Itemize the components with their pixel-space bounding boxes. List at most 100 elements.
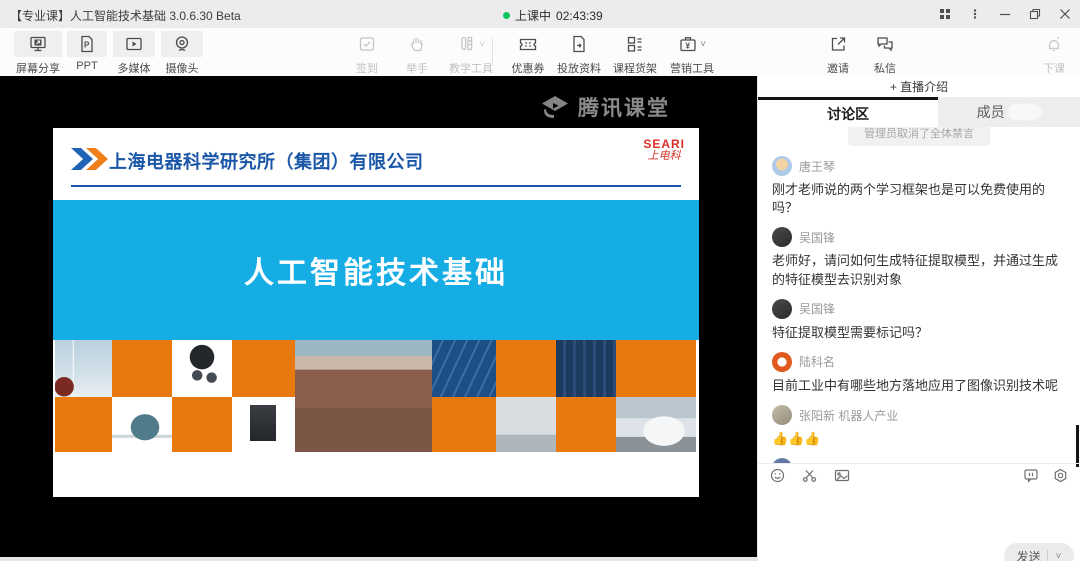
media-play-icon bbox=[124, 34, 144, 54]
end-class-bell-icon bbox=[1044, 34, 1064, 54]
member-count-blur bbox=[1008, 104, 1042, 120]
shelf-icon bbox=[625, 34, 645, 54]
collage-orange-tile bbox=[496, 340, 556, 397]
toolbar-button-screen-share[interactable]: 屏幕分享 bbox=[12, 31, 64, 76]
double-chevron-icon bbox=[71, 148, 108, 170]
title-bar: 【专业课】人工智能技术基础 3.0.6.30 Beta 上课中 02:43:39 bbox=[0, 0, 1080, 28]
svg-text:¥: ¥ bbox=[686, 42, 691, 51]
collage-orange-tile bbox=[432, 397, 496, 452]
caret-down-icon: ˅ bbox=[1056, 551, 1062, 561]
slide-title: 人工智能技术基础 bbox=[244, 248, 508, 292]
chat-scrollbar-thumb[interactable] bbox=[1076, 425, 1079, 467]
collage-orange-tile bbox=[232, 340, 295, 397]
toolbar-button-ppt[interactable]: P PPT bbox=[66, 31, 108, 72]
message-text: 目前工业中有哪些地方落地应用了图像识别技术呢 bbox=[772, 377, 1066, 395]
slide-header: 上海电器科学研究所（集团）有限公司 SEARI 上电科 bbox=[53, 128, 699, 200]
smiley-icon bbox=[770, 468, 785, 483]
kebab-icon bbox=[969, 8, 981, 20]
live-intro-button[interactable]: + 直播介绍 bbox=[758, 76, 1080, 97]
chat-message: 张阳新 机器人产业 👍👍👍 bbox=[772, 405, 1066, 448]
chat-message: 唐王琴 刚才老师说的两个学习框架也是可以免费使用的吗？ bbox=[772, 156, 1066, 217]
message-author: 吴国锋 bbox=[799, 229, 835, 246]
toolbar-button-invite[interactable]: 邀请 bbox=[816, 31, 860, 76]
collage-photo-wind-turbine bbox=[55, 340, 112, 397]
toolbar-button-multimedia[interactable]: 多媒体 bbox=[112, 31, 156, 76]
chat-bubbles-icon bbox=[875, 34, 895, 54]
tencent-classroom-watermark: 腾讯课堂 bbox=[540, 92, 670, 122]
collage-photo-solar-panels bbox=[432, 340, 496, 397]
class-status-label: 上课中 bbox=[515, 7, 551, 24]
collage-photo-robot bbox=[172, 340, 232, 397]
message-author: 唐王琴 bbox=[799, 158, 835, 175]
toolbar-button-marketing-tools[interactable]: ¥ ˅ 营销工具 bbox=[664, 31, 720, 76]
message-text: 刚才老师说的两个学习框架也是可以免费使用的吗？ bbox=[772, 181, 1066, 217]
collage-photo-circuit-breaker bbox=[232, 397, 295, 452]
toolbar-button-checkin: 签到 bbox=[345, 31, 389, 76]
avatar bbox=[772, 352, 792, 372]
avatar bbox=[772, 227, 792, 247]
header-underline bbox=[71, 185, 681, 187]
coupon-icon bbox=[518, 34, 538, 54]
video-stage: 腾讯课堂 上海电器科学研究所（集团）有限公司 SEARI 上电科 人工智能技术基… bbox=[0, 76, 757, 561]
slide-title-band: 人工智能技术基础 bbox=[53, 200, 699, 340]
message-settings-button[interactable] bbox=[1023, 468, 1039, 483]
sidebar-tabs: 讨论区 成员 bbox=[758, 97, 1080, 127]
scissors-icon bbox=[802, 468, 817, 483]
avatar bbox=[772, 405, 792, 425]
message-text: 老师好，请问如何生成特征提取模型，并通过生成的特征模型去识别对象 bbox=[772, 252, 1066, 288]
tencent-classroom-window: 【专业课】人工智能技术基础 3.0.6.30 Beta 上课中 02:43:39 bbox=[0, 0, 1080, 561]
live-status-dot bbox=[503, 12, 510, 19]
chat-message: 陆科名 目前工业中有哪些地方落地应用了图像识别技术呢 bbox=[772, 352, 1066, 395]
svg-text:P: P bbox=[84, 41, 90, 50]
minimize-button[interactable] bbox=[990, 0, 1020, 28]
invite-share-icon bbox=[828, 34, 848, 54]
minimize-icon bbox=[999, 8, 1011, 20]
more-menu-button[interactable] bbox=[960, 0, 990, 28]
collage-orange-tile bbox=[172, 397, 232, 452]
close-button[interactable] bbox=[1050, 0, 1080, 28]
image-button[interactable] bbox=[834, 468, 850, 483]
restore-icon bbox=[1029, 8, 1041, 20]
caret-down-icon: ˅ bbox=[479, 39, 485, 50]
bubble-settings-icon bbox=[1023, 468, 1039, 483]
chat-message: 吴国锋 老师好，请问如何生成特征提取模型，并通过生成的特征模型去识别对象 bbox=[772, 227, 1066, 288]
collage-orange-tile bbox=[556, 397, 616, 452]
toolbar-divider bbox=[492, 38, 493, 66]
toolbar-button-camera[interactable]: 摄像头 bbox=[160, 31, 204, 76]
restore-button[interactable] bbox=[1020, 0, 1050, 28]
toolbar-button-direct-message[interactable]: 私信 bbox=[863, 31, 907, 76]
collage-photo-electric-motor bbox=[112, 397, 172, 452]
screenshot-button[interactable] bbox=[802, 468, 817, 483]
collage-photo-lab-room bbox=[496, 397, 556, 452]
main-toolbar: 屏幕分享 P PPT 多媒体 bbox=[0, 28, 1080, 76]
caret-down-icon: ˅ bbox=[700, 39, 706, 50]
toolbar-button-coupon[interactable]: 优惠券 bbox=[506, 31, 550, 76]
image-icon bbox=[834, 468, 850, 483]
toolbar-button-push-material[interactable]: 投放资料 bbox=[552, 31, 606, 76]
system-message: 管理员取消了全体禁言 bbox=[848, 127, 990, 146]
chat-input-toolbar bbox=[758, 463, 1080, 487]
class-status: 上课中 02:43:39 bbox=[503, 7, 603, 24]
layout-grid-button[interactable] bbox=[930, 0, 960, 28]
presentation-slide: 上海电器科学研究所（集团）有限公司 SEARI 上电科 人工智能技术基础 bbox=[53, 128, 699, 497]
emoji-button[interactable] bbox=[770, 468, 785, 483]
avatar bbox=[772, 299, 792, 319]
briefcase-yuan-icon: ¥ bbox=[678, 34, 698, 54]
chat-message: 吴国锋 特征提取模型需要标记吗？ bbox=[772, 299, 1066, 342]
tencent-classroom-logo-icon bbox=[540, 94, 570, 121]
toolbar-button-course-shelf[interactable]: 课程货架 bbox=[608, 31, 662, 76]
message-text: 特征提取模型需要标记吗？ bbox=[772, 324, 1066, 342]
seari-logo: SEARI 上电科 bbox=[643, 138, 685, 162]
tab-members[interactable]: 成员 bbox=[938, 97, 1080, 127]
message-author: 吴国锋 bbox=[799, 300, 835, 317]
avatar bbox=[772, 156, 792, 176]
tab-discussion[interactable]: 讨论区 bbox=[758, 97, 938, 127]
toolbar-button-end-class: 下课 bbox=[1034, 31, 1074, 76]
class-timer: 02:43:39 bbox=[556, 9, 603, 23]
chat-settings-button[interactable] bbox=[1053, 468, 1068, 483]
send-button[interactable]: 发送 ˅ bbox=[1004, 543, 1074, 561]
chat-message-list[interactable]: 管理员取消了全体禁言 唐王琴 刚才老师说的两个学习框架也是可以免费使用的吗？ 吴… bbox=[758, 127, 1080, 463]
collage-photo-car bbox=[616, 397, 696, 452]
document-push-icon bbox=[569, 34, 589, 54]
collage-orange-tile bbox=[112, 340, 172, 397]
